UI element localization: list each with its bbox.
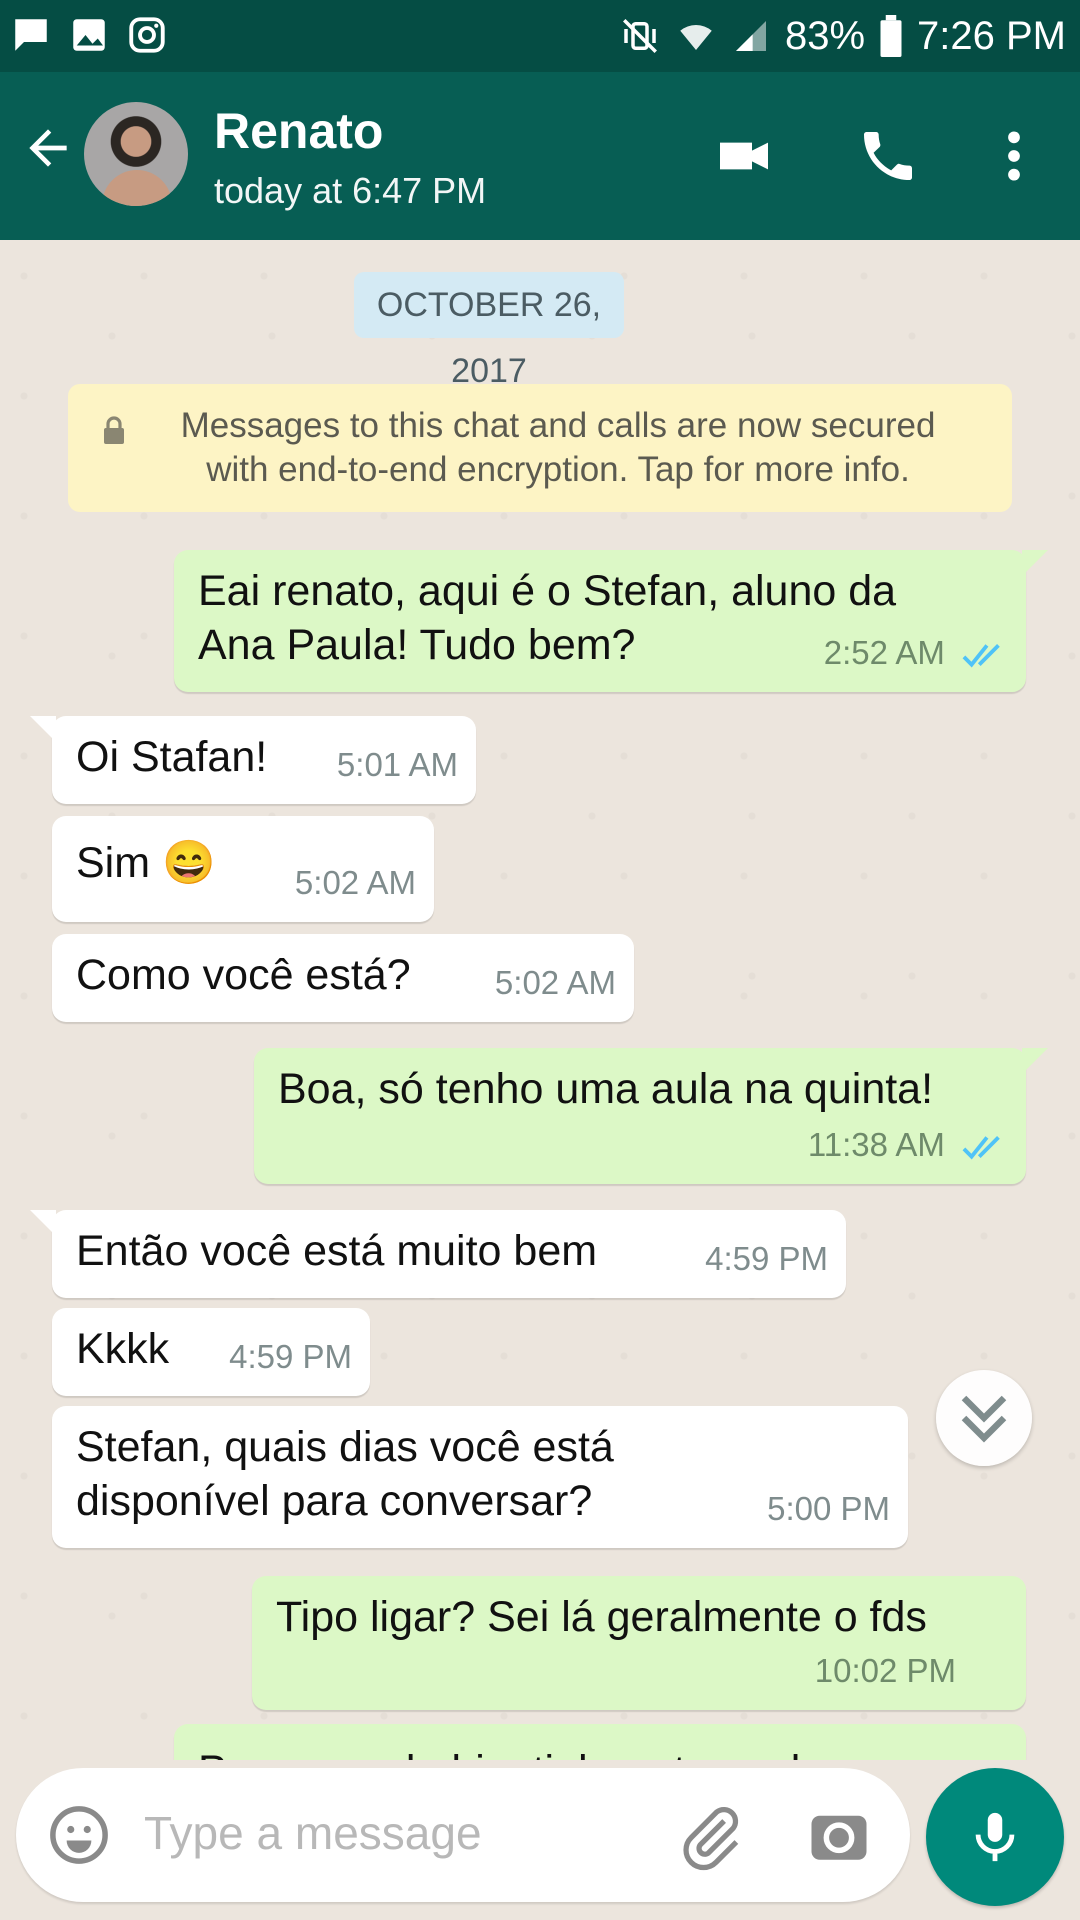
chat-header: Renato today at 6:47 PM <box>0 72 1080 240</box>
incoming-message[interactable]: Sim 😄 5:02 AM <box>52 816 434 922</box>
encryption-notice-line-1: Messages to this chat and calls are now … <box>180 406 936 445</box>
encryption-notice-line-2: with end-to-end encryption. Tap for more… <box>206 450 910 489</box>
voice-call-icon[interactable] <box>856 124 920 188</box>
voice-message-button[interactable] <box>926 1768 1064 1906</box>
message-text: Então você está muito bem <box>76 1227 598 1275</box>
more-options-icon[interactable] <box>982 124 1046 188</box>
message-time: 5:00 PM <box>767 1490 890 1527</box>
message-text: Como você está? <box>76 951 411 999</box>
scroll-to-bottom-button[interactable] <box>936 1370 1032 1466</box>
message-text-line-2: disponível para conversar? <box>76 1477 593 1525</box>
wifi-icon <box>680 25 712 50</box>
outgoing-message[interactable]: Boa, só tenho uma aula na quinta! 11:38 … <box>254 1048 1048 1184</box>
contact-name[interactable]: Renato <box>214 102 383 160</box>
back-arrow-icon[interactable] <box>20 120 76 176</box>
chat-area[interactable]: OCTOBER 26, 2017 Messages to this chat a… <box>0 240 1080 1760</box>
incoming-message[interactable]: Stefan, quais dias você está disponível … <box>52 1406 908 1548</box>
read-ticks-icon <box>962 1136 1000 1160</box>
incoming-message[interactable]: Kkkk 4:59 PM <box>52 1308 370 1396</box>
battery-icon <box>880 15 902 57</box>
incoming-message[interactable]: Então você está muito bem 4:59 PM <box>30 1210 846 1298</box>
message-time: 2:52 AM <box>823 634 945 671</box>
message-time: 5:02 AM <box>294 864 416 901</box>
message-input[interactable]: Type a message <box>144 1806 482 1860</box>
outgoing-message[interactable]: Tipo ligar? Sei lá geralmente o fds 10:0… <box>252 1576 1026 1710</box>
read-ticks-icon <box>962 644 1000 668</box>
message-text: Oi Stafan! <box>76 733 268 781</box>
outgoing-message[interactable]: Eai renato, aqui é o Stefan, aluno da An… <box>174 550 1048 692</box>
message-text-line-1: Stefan, quais dias você está <box>76 1423 614 1471</box>
message-text-line-1: Eai renato, aqui é o Stefan, aluno da <box>198 567 897 615</box>
clock: 7:26 PM <box>917 14 1066 58</box>
message-time: 5:02 AM <box>494 964 616 1001</box>
incoming-message[interactable]: Como você está? 5:02 AM <box>52 934 634 1022</box>
camera-icon[interactable] <box>806 1802 872 1868</box>
instagram-icon <box>129 17 165 53</box>
message-text: Boa, só tenho uma aula na quinta! <box>278 1065 934 1113</box>
message-time: 5:01 AM <box>336 746 458 783</box>
message-time: 10:02 PM <box>814 1652 956 1689</box>
message-text: Por exemplo hj n tinha mtas aulas <box>198 1744 846 1760</box>
emoji-icon[interactable] <box>46 1802 112 1868</box>
signal-icon <box>735 21 766 51</box>
double-chevron-down-icon <box>961 1395 1007 1443</box>
message-time: 11:38 AM <box>807 1126 945 1163</box>
status-bar: 83% 7:26 PM <box>0 0 1080 72</box>
message-time: 4:59 PM <box>229 1338 352 1375</box>
message-text: Tipo ligar? Sei lá geralmente o fds <box>276 1593 927 1641</box>
last-seen-status: today at 6:47 PM <box>214 170 487 211</box>
video-call-icon[interactable] <box>712 124 776 188</box>
microphone-icon <box>975 1812 1015 1862</box>
incoming-message[interactable]: Oi Stafan! 5:01 AM <box>30 716 476 804</box>
date-chip: OCTOBER 26, 2017 <box>354 272 624 390</box>
gallery-icon <box>73 19 105 51</box>
message-composer[interactable]: Type a message <box>16 1768 910 1902</box>
lock-icon <box>104 416 124 444</box>
message-icon <box>15 19 47 51</box>
notification-icons <box>10 14 168 56</box>
battery-percentage: 83% <box>784 14 866 58</box>
message-time: 4:59 PM <box>705 1240 828 1277</box>
system-status: 83% 7:26 PM <box>619 10 1066 62</box>
contact-avatar[interactable] <box>84 102 188 206</box>
message-text: Sim 😄 <box>76 839 216 887</box>
attachment-icon[interactable] <box>676 1802 746 1872</box>
message-text-line-2: Ana Paula! Tudo bem? <box>198 621 636 669</box>
outgoing-message[interactable]: Por exemplo hj n tinha mtas aulas <box>174 1724 1026 1760</box>
encryption-notice[interactable]: Messages to this chat and calls are now … <box>68 384 1012 512</box>
message-text: Kkkk <box>76 1325 170 1373</box>
mute-vibrate-icon <box>622 19 657 53</box>
